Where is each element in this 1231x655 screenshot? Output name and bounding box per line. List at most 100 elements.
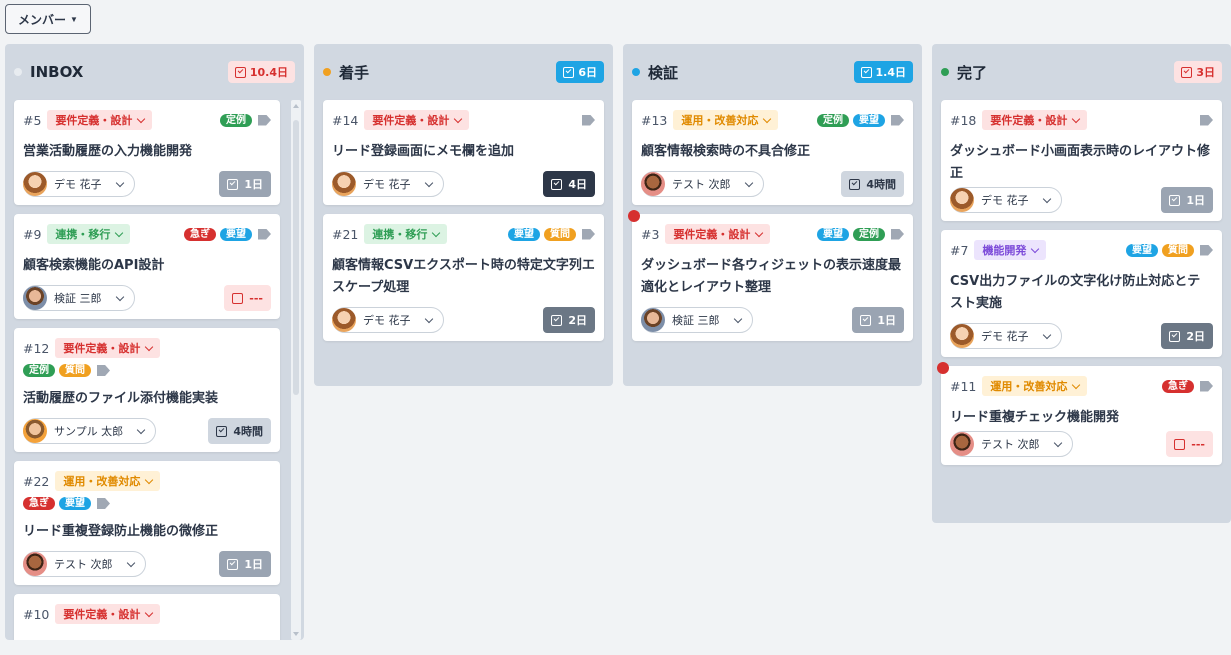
category-dropdown[interactable]: 要件定義・設計: [364, 110, 470, 130]
task-card[interactable]: #5 要件定義・設計 定例 営業活動履歴の入力機能開発 デモ 花子 1日: [14, 100, 280, 205]
tag-icon[interactable]: [97, 365, 110, 376]
scroll-down-icon[interactable]: [293, 632, 299, 636]
estimate-badge[interactable]: 4日: [543, 171, 595, 197]
task-title: 顧客情報CSVエクスポート時の特定文字列エスケープ処理: [332, 258, 595, 295]
task-card[interactable]: #22 運用・改善対応 急ぎ 要望 リード重複登録防止機能の微修正 テスト 次郎 …: [14, 461, 280, 585]
assignee-dropdown[interactable]: テスト 次郎: [950, 431, 1073, 457]
column-review: 検証 1.4日 #13 運用・改善対応 定例 要望 顧客情報検索時の不具合修正 テ…: [623, 44, 922, 386]
category-label: 要件定義・設計: [63, 342, 141, 355]
task-title: リード重複チェック機能開発: [950, 410, 1120, 425]
task-card[interactable]: #3 要件定義・設計 要望 定例 ダッシュボード各ウィジェットの表示速度最適化とレ…: [628, 210, 913, 341]
tag-icon[interactable]: [97, 498, 110, 509]
assignee-name: サンプル 太郎: [54, 425, 124, 438]
column-title: INBOX: [30, 63, 84, 81]
tag-icon[interactable]: [582, 114, 595, 126]
tag-icon[interactable]: [891, 114, 904, 126]
chevron-down-icon: [137, 114, 146, 123]
assignee-name: テスト 次郎: [981, 438, 1040, 451]
calendar-icon: [551, 314, 563, 326]
category-dropdown[interactable]: 運用・改善対応: [673, 110, 779, 130]
estimate-badge[interactable]: 1日: [852, 307, 904, 333]
estimate-badge[interactable]: 2日: [1161, 323, 1213, 349]
task-title: CSV出力ファイルの文字化け防止対応とテスト実施: [950, 274, 1201, 311]
task-number: #9: [23, 226, 42, 242]
tag-icon[interactable]: [582, 228, 595, 240]
tag-badge: 要望: [1126, 243, 1158, 257]
assignee-dropdown[interactable]: テスト 次郎: [23, 551, 146, 577]
member-filter-button[interactable]: メンバー ▼: [5, 4, 91, 34]
category-dropdown[interactable]: 連携・移行: [47, 224, 131, 244]
category-dropdown[interactable]: 要件定義・設計: [47, 110, 153, 130]
task-card[interactable]: #18 要件定義・設計 ダッシュボード小画面表示時のレイアウト修正 デモ 花子 …: [941, 100, 1222, 221]
category-dropdown[interactable]: 運用・改善対応: [55, 471, 161, 491]
task-title: 活動履歴のファイル添付機能実装: [23, 391, 219, 406]
estimate-badge[interactable]: ---: [1166, 431, 1213, 457]
task-number: #21: [332, 226, 359, 242]
chevron-down-icon: [1042, 330, 1051, 339]
assignee-dropdown[interactable]: テスト 次郎: [641, 171, 764, 197]
assignee-dropdown[interactable]: 検証 三郎: [641, 307, 753, 333]
scroll-up-icon[interactable]: [293, 104, 299, 108]
column-header: 検証 1.4日: [623, 44, 922, 100]
category-dropdown[interactable]: 要件定義・設計: [55, 338, 161, 358]
estimate-value: 1日: [877, 314, 896, 327]
tag-icon[interactable]: [891, 228, 904, 240]
assignee-name: 検証 三郎: [54, 292, 102, 305]
tag-icon[interactable]: [258, 228, 271, 240]
tag-badge: 定例: [817, 113, 849, 127]
category-dropdown[interactable]: 連携・移行: [364, 224, 448, 244]
assignee-dropdown[interactable]: サンプル 太郎: [23, 418, 157, 444]
column-duration-badge: 6日: [556, 61, 604, 83]
task-card[interactable]: #11 運用・改善対応 急ぎ リード重複チェック機能開発 テスト 次郎 ---: [937, 362, 1222, 465]
category-label: 連携・移行: [372, 228, 428, 241]
estimate-badge[interactable]: 2日: [543, 307, 595, 333]
chevron-down-icon: [424, 178, 433, 187]
task-card[interactable]: #21 連携・移行 要望 質問 顧客情報CSVエクスポート時の特定文字列エスケープ…: [323, 214, 604, 341]
tag-icon[interactable]: [1200, 244, 1213, 256]
task-card[interactable]: #10 要件定義・設計: [14, 594, 280, 640]
assignee-dropdown[interactable]: デモ 花子: [950, 323, 1062, 349]
estimate-badge[interactable]: 1日: [219, 551, 271, 577]
task-number: #3: [641, 226, 660, 242]
category-dropdown[interactable]: 要件定義・設計: [665, 224, 771, 244]
assignee-dropdown[interactable]: デモ 花子: [23, 171, 135, 197]
kanban-board: INBOX 10.4日 #5 要件定義・設計 定例 営業活動履歴の入力機能開発 …: [5, 44, 1231, 640]
category-dropdown[interactable]: 要件定義・設計: [982, 110, 1088, 130]
chevron-down-icon: [424, 314, 433, 323]
estimate-badge[interactable]: 1日: [219, 171, 271, 197]
task-card[interactable]: #7 機能開発 要望 質問 CSV出力ファイルの文字化け防止対応とテスト実施 デモ…: [941, 230, 1222, 357]
estimate-badge[interactable]: 1日: [1161, 187, 1213, 213]
tag-icon[interactable]: [1200, 114, 1213, 126]
column-scrollbar[interactable]: [291, 100, 301, 640]
task-number: #11: [950, 378, 977, 394]
category-dropdown[interactable]: 運用・改善対応: [982, 376, 1088, 396]
tag-icon[interactable]: [1200, 380, 1213, 392]
calendar-icon: [551, 178, 563, 190]
category-dropdown[interactable]: 要件定義・設計: [55, 604, 161, 624]
tag-badge: 要望: [220, 227, 252, 241]
estimate-value: 4時間: [866, 178, 896, 191]
task-number: #7: [950, 242, 969, 258]
estimate-badge[interactable]: 4時間: [841, 171, 904, 197]
tag-icon[interactable]: [258, 114, 271, 126]
assignee-dropdown[interactable]: デモ 花子: [332, 307, 444, 333]
category-label: 要件定義・設計: [372, 114, 450, 127]
task-card[interactable]: #14 要件定義・設計 リード登録画面にメモ欄を追加 デモ 花子 4日: [323, 100, 604, 205]
task-number: #18: [950, 112, 977, 128]
category-dropdown[interactable]: 機能開発: [974, 240, 1047, 260]
calendar-icon: [1181, 66, 1193, 78]
estimate-value: 4日: [568, 178, 587, 191]
estimate-badge[interactable]: ---: [224, 285, 271, 311]
assignee-dropdown[interactable]: 検証 三郎: [23, 285, 135, 311]
assignee-dropdown[interactable]: デモ 花子: [950, 187, 1062, 213]
assignee-dropdown[interactable]: デモ 花子: [332, 171, 444, 197]
chevron-down-icon: [763, 114, 772, 123]
task-number: #13: [641, 112, 668, 128]
chevron-down-icon: [733, 314, 742, 323]
task-card[interactable]: #12 要件定義・設計 定例 質問 活動履歴のファイル添付機能実装 サンプル 太郎…: [14, 328, 280, 452]
task-card[interactable]: #9 連携・移行 急ぎ 要望 顧客検索機能のAPI設計 検証 三郎 ---: [14, 214, 280, 319]
column-title: 着手: [339, 63, 370, 82]
estimate-badge[interactable]: 4時間: [208, 418, 271, 444]
scrollbar-thumb[interactable]: [293, 120, 299, 395]
task-card[interactable]: #13 運用・改善対応 定例 要望 顧客情報検索時の不具合修正 テスト 次郎 4時…: [632, 100, 913, 205]
